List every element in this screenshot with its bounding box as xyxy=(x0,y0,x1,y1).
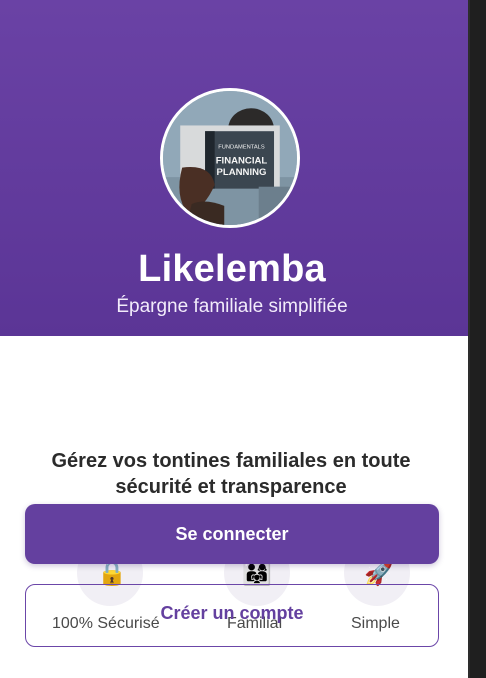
login-button[interactable]: Se connecter xyxy=(25,504,439,564)
rocket-icon: 🚀 xyxy=(364,560,394,587)
lock-icon: 🔒 xyxy=(97,560,127,587)
window-edge-line xyxy=(468,0,470,678)
features-row: 🔒 100% Sécurisé 👨‍👩‍👧 Familial 🚀 Simple xyxy=(0,0,468,678)
welcome-screen: FUNDAMENTALS FINANCIAL PLANNING Likelemb… xyxy=(0,0,468,678)
window-edge xyxy=(468,0,486,678)
signup-button[interactable]: Créer un compte xyxy=(25,584,439,647)
family-icon: 👨‍👩‍👧 xyxy=(242,560,272,587)
